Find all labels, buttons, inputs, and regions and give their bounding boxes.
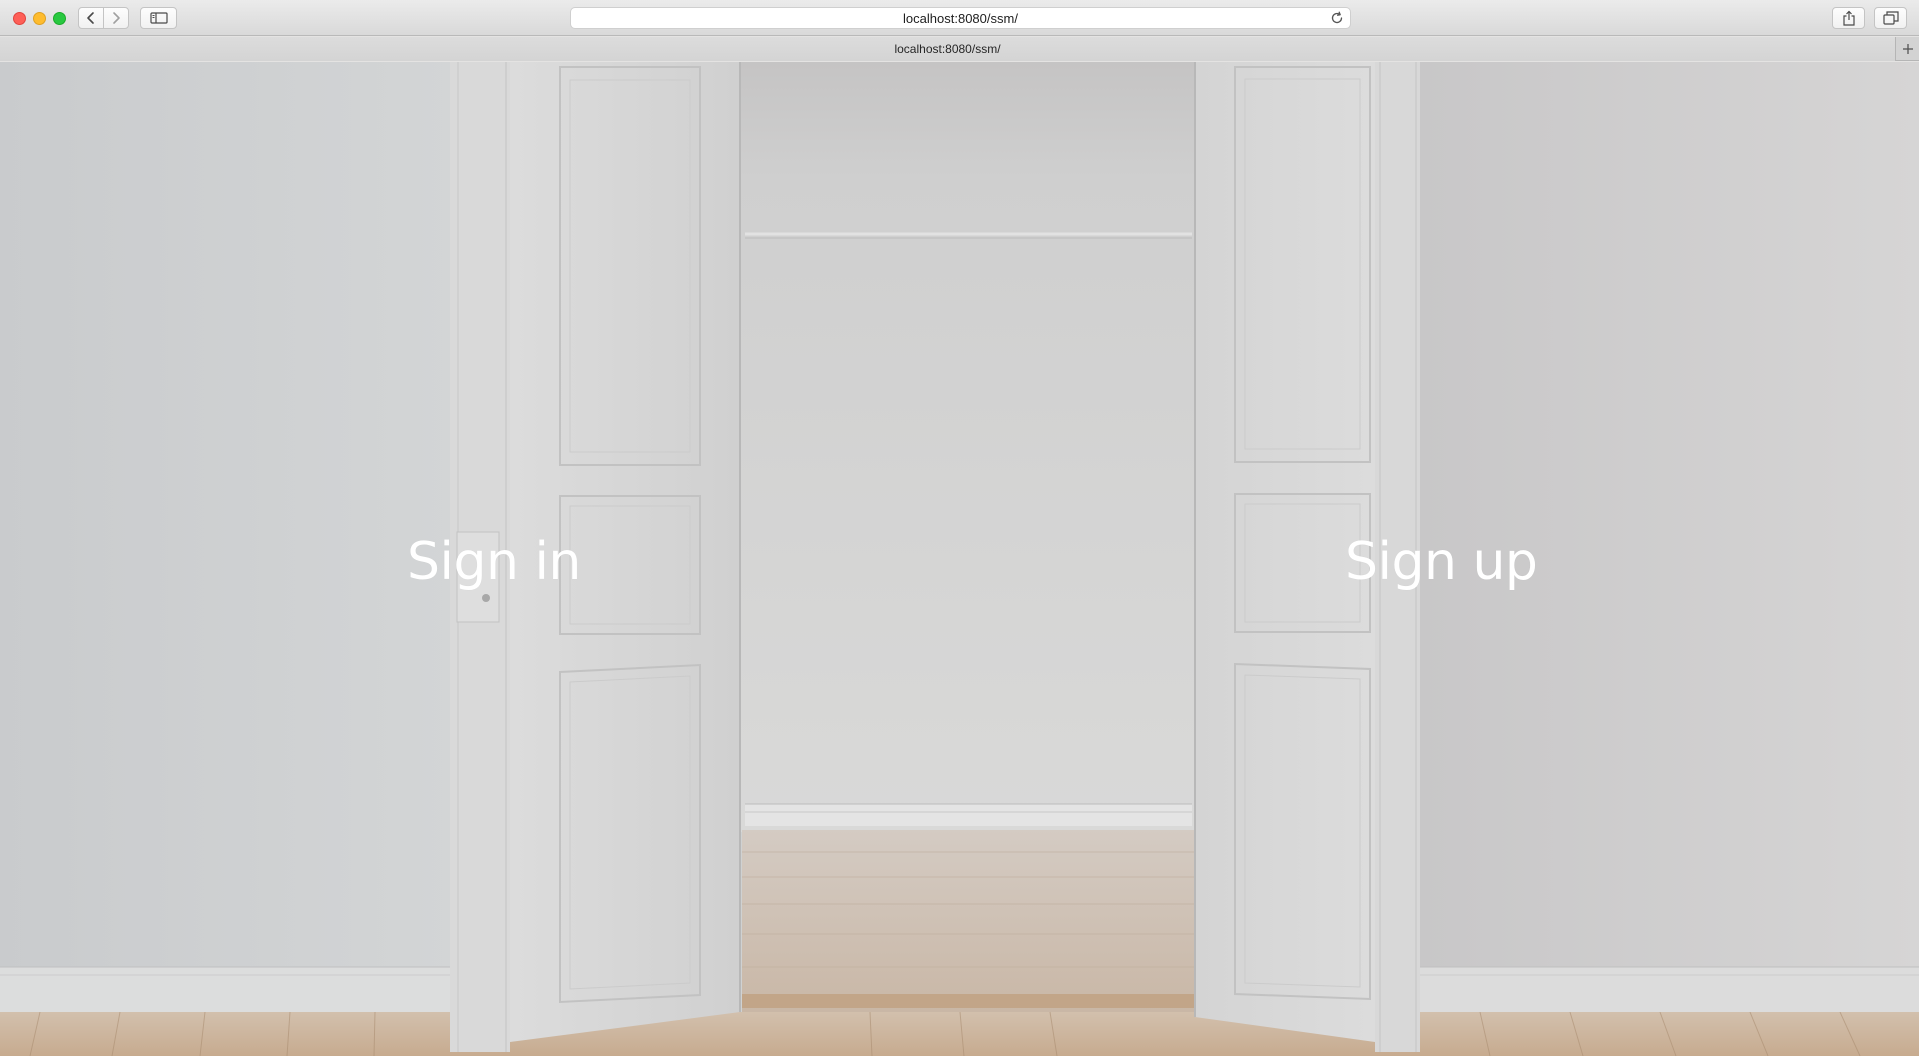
browser-titlebar: localhost:8080/ssm/ [0, 0, 1919, 36]
minimize-window-button[interactable] [33, 12, 46, 25]
background-scene-image [0, 62, 1919, 1056]
back-button[interactable] [78, 7, 104, 29]
sign-in-link[interactable]: Sign in [407, 532, 581, 592]
tab-bar: localhost:8080/ssm/ [0, 37, 1919, 61]
tab-title: localhost:8080/ssm/ [894, 42, 1001, 56]
reload-icon[interactable] [1330, 11, 1344, 25]
active-tab[interactable]: localhost:8080/ssm/ [0, 37, 1896, 61]
address-bar[interactable]: localhost:8080/ssm/ [570, 7, 1351, 29]
sidebar-toggle-button[interactable] [140, 7, 177, 29]
forward-button[interactable] [103, 7, 129, 29]
sidebar-icon [149, 12, 168, 24]
page-viewport: Sign in Sign up [0, 62, 1919, 1056]
share-button[interactable] [1832, 7, 1865, 29]
tab-overview-button[interactable] [1874, 7, 1907, 29]
zoom-window-button[interactable] [53, 12, 66, 25]
plus-icon [1903, 44, 1913, 54]
chevron-left-icon [87, 12, 94, 24]
new-tab-button[interactable] [1897, 37, 1919, 61]
chevron-right-icon [113, 12, 120, 24]
close-window-button[interactable] [13, 12, 26, 25]
tabs-overview-icon [1882, 11, 1899, 25]
sign-up-link[interactable]: Sign up [1345, 532, 1538, 592]
share-icon [1842, 10, 1855, 26]
address-bar-url: localhost:8080/ssm/ [903, 10, 1018, 26]
